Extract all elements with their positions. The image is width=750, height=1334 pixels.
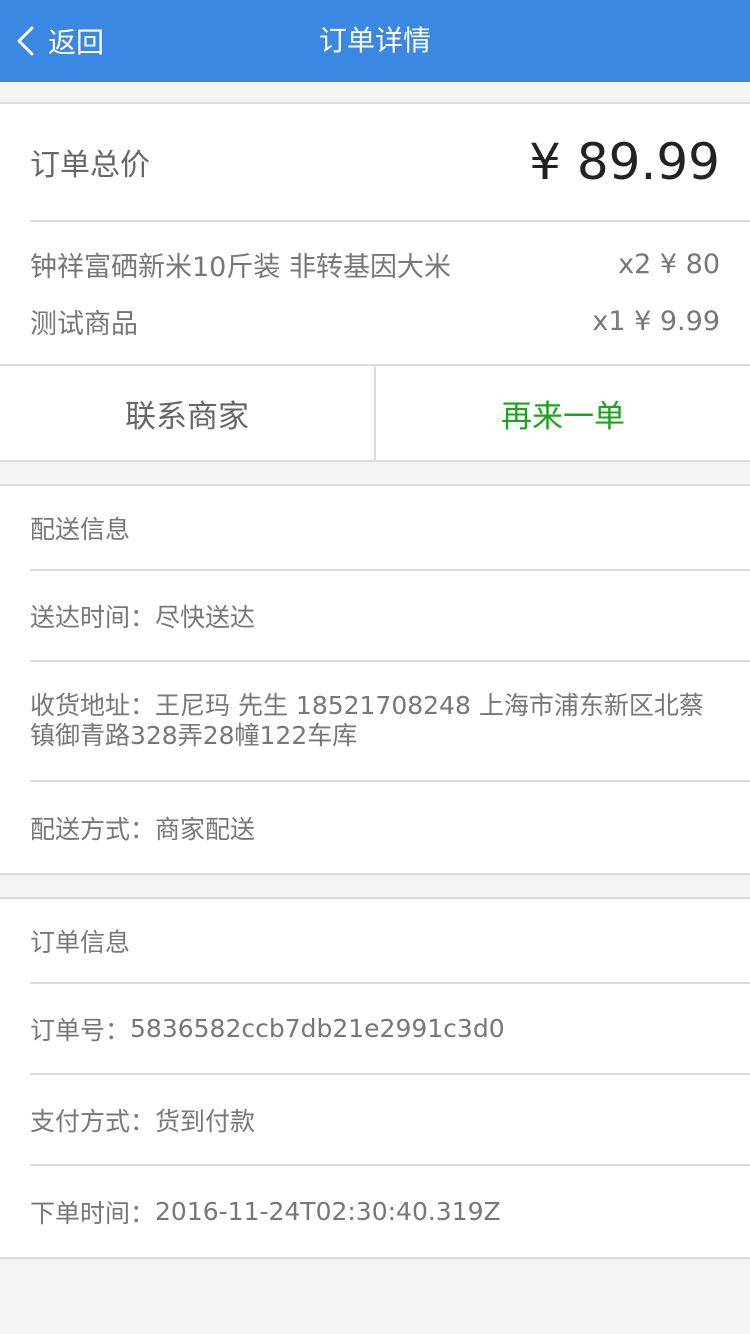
section-header-order: 订单信息 [30, 899, 750, 984]
list-item: 钟祥富硒新米10斤装 非转基因大米 x2 ¥ 80 [30, 236, 720, 293]
page-title: 订单详情 [318, 24, 431, 57]
order-time-label: 下单时间： [30, 1198, 156, 1228]
delivery-method-value: 商家配送 [155, 814, 256, 844]
total-price: ¥ 89.99 [529, 133, 720, 191]
order-info-card: 订单信息 订单号： 5836582ccb7db21e2991c3d0 支付方式：… [0, 897, 750, 1259]
action-bar: 联系商家 再来一单 [0, 364, 750, 460]
delivery-address-row: 收货地址：王尼玛 先生 18521708248 上海市浦东新区北蔡镇御青路328… [30, 662, 750, 782]
item-qty-price: x1 ¥ 9.99 [592, 306, 720, 337]
item-name: 钟祥富硒新米10斤装 非转基因大米 [30, 252, 451, 283]
total-label: 订单总价 [30, 148, 150, 183]
order-number-label: 订单号： [30, 1015, 131, 1045]
order-number-value: 5836582ccb7db21e2991c3d0 [130, 1014, 505, 1043]
item-list: 钟祥富硒新米10斤装 非转基因大米 x2 ¥ 80 测试商品 x1 ¥ 9.99 [0, 222, 750, 364]
order-summary-card: 订单总价 ¥ 89.99 钟祥富硒新米10斤装 非转基因大米 x2 ¥ 80 测… [0, 102, 750, 462]
contact-merchant-button[interactable]: 联系商家 [0, 366, 376, 460]
list-item: 测试商品 x1 ¥ 9.99 [30, 293, 720, 350]
item-qty-price: x2 ¥ 80 [618, 249, 720, 280]
item-name: 测试商品 [30, 309, 138, 340]
delivery-address-text: 收货地址：王尼玛 先生 18521708248 上海市浦东新区北蔡镇御青路328… [30, 691, 720, 751]
delivery-time-value: 尽快送达 [155, 602, 256, 632]
payment-method-label: 支付方式： [30, 1106, 156, 1136]
payment-method-value: 货到付款 [155, 1106, 256, 1136]
total-row: 订单总价 ¥ 89.99 [30, 104, 750, 222]
reorder-button[interactable]: 再来一单 [376, 366, 750, 460]
order-time-row: 下单时间： 2016-11-24T02:30:40.319Z [30, 1166, 750, 1257]
delivery-info-card: 配送信息 送达时间： 尽快送达 收货地址：王尼玛 先生 18521708248 … [0, 484, 750, 875]
delivery-method-label: 配送方式： [30, 814, 156, 844]
order-number-row: 订单号： 5836582ccb7db21e2991c3d0 [30, 984, 750, 1075]
payment-method-row: 支付方式： 货到付款 [30, 1075, 750, 1166]
delivery-method-row: 配送方式： 商家配送 [30, 782, 750, 873]
order-time-value: 2016-11-24T02:30:40.319Z [155, 1197, 501, 1226]
navigation-bar: 返回 订单详情 [0, 0, 750, 82]
delivery-time-row: 送达时间： 尽快送达 [30, 571, 750, 662]
section-header-delivery: 配送信息 [30, 486, 750, 571]
delivery-time-label: 送达时间： [30, 602, 156, 632]
delivery-address-label: 收货地址： [30, 691, 156, 720]
